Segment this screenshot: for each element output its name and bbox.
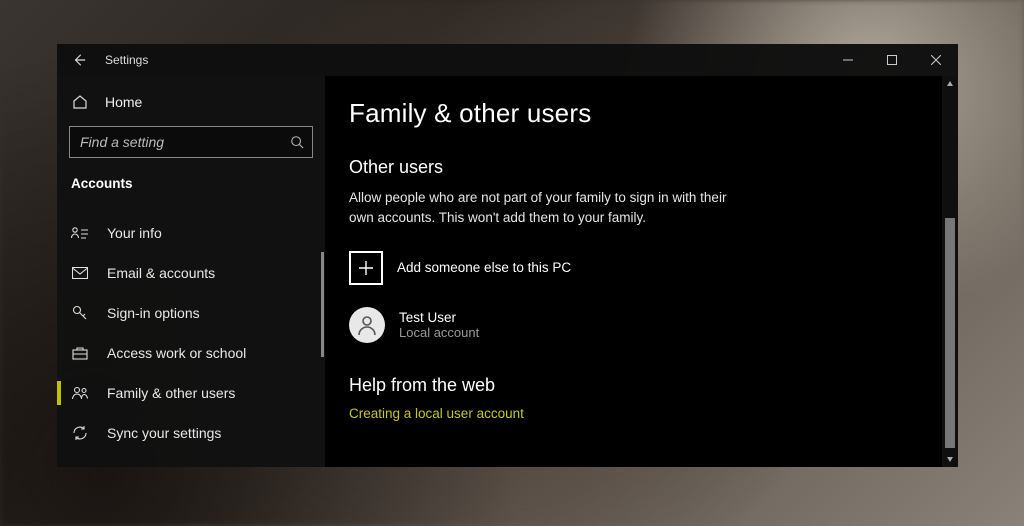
sidebar-item-label: Family & other users bbox=[107, 385, 235, 401]
content-scrollbar[interactable] bbox=[942, 76, 958, 467]
plus-icon bbox=[349, 251, 383, 285]
help-link[interactable]: Creating a local user account bbox=[349, 406, 934, 421]
titlebar: Settings bbox=[57, 44, 958, 76]
sidebar: Home Accounts bbox=[57, 76, 325, 467]
sidebar-item-label: Sync your settings bbox=[107, 425, 221, 441]
maximize-icon bbox=[887, 55, 897, 65]
sidebar-item-sync-settings[interactable]: Sync your settings bbox=[57, 413, 325, 453]
nav-list: Your info Email & accounts bbox=[57, 213, 325, 453]
user-account-type: Local account bbox=[399, 325, 479, 340]
add-user-button[interactable]: Add someone else to this PC bbox=[349, 251, 934, 285]
sidebar-item-family-other-users[interactable]: Family & other users bbox=[57, 373, 325, 413]
help-heading: Help from the web bbox=[349, 375, 934, 396]
home-label: Home bbox=[105, 94, 142, 110]
sidebar-item-access-work-school[interactable]: Access work or school bbox=[57, 333, 325, 373]
category-heading: Accounts bbox=[57, 158, 325, 199]
home-icon bbox=[71, 93, 89, 111]
avatar bbox=[349, 307, 385, 343]
maximize-button[interactable] bbox=[870, 44, 914, 76]
window-title: Settings bbox=[101, 53, 148, 67]
back-button[interactable] bbox=[57, 44, 101, 76]
user-account-item[interactable]: Test User Local account bbox=[349, 307, 934, 343]
close-button[interactable] bbox=[914, 44, 958, 76]
other-users-heading: Other users bbox=[349, 157, 934, 178]
email-icon bbox=[71, 264, 89, 282]
scroll-up-arrow[interactable] bbox=[942, 76, 958, 92]
sidebar-item-label: Your info bbox=[107, 225, 162, 241]
add-user-label: Add someone else to this PC bbox=[397, 260, 571, 275]
sidebar-scrollbar-thumb[interactable] bbox=[321, 252, 324, 357]
minimize-button[interactable] bbox=[826, 44, 870, 76]
arrow-left-icon bbox=[72, 53, 86, 67]
people-icon bbox=[71, 384, 89, 402]
sidebar-item-label: Access work or school bbox=[107, 345, 246, 361]
sync-icon bbox=[71, 424, 89, 442]
content-area: Family & other users Other users Allow p… bbox=[325, 76, 958, 467]
settings-window: Settings Home bbox=[57, 44, 958, 467]
home-button[interactable]: Home bbox=[57, 84, 325, 120]
other-users-description: Allow people who are not part of your fa… bbox=[349, 188, 729, 229]
your-info-icon bbox=[71, 224, 89, 242]
page-title: Family & other users bbox=[349, 98, 934, 129]
close-icon bbox=[931, 55, 941, 65]
sidebar-item-your-info[interactable]: Your info bbox=[57, 213, 325, 253]
search-icon bbox=[290, 135, 304, 149]
search-box[interactable] bbox=[69, 126, 313, 158]
person-icon bbox=[355, 313, 379, 337]
sidebar-item-sign-in-options[interactable]: Sign-in options bbox=[57, 293, 325, 333]
search-input[interactable] bbox=[80, 134, 290, 150]
sidebar-item-label: Sign-in options bbox=[107, 305, 200, 321]
user-name: Test User bbox=[399, 310, 479, 325]
sidebar-item-label: Email & accounts bbox=[107, 265, 215, 281]
scroll-down-arrow[interactable] bbox=[942, 451, 958, 467]
sidebar-item-email-accounts[interactable]: Email & accounts bbox=[57, 253, 325, 293]
key-icon bbox=[71, 304, 89, 322]
briefcase-icon bbox=[71, 344, 89, 362]
content-scrollbar-thumb[interactable] bbox=[945, 218, 955, 448]
minimize-icon bbox=[843, 55, 853, 65]
